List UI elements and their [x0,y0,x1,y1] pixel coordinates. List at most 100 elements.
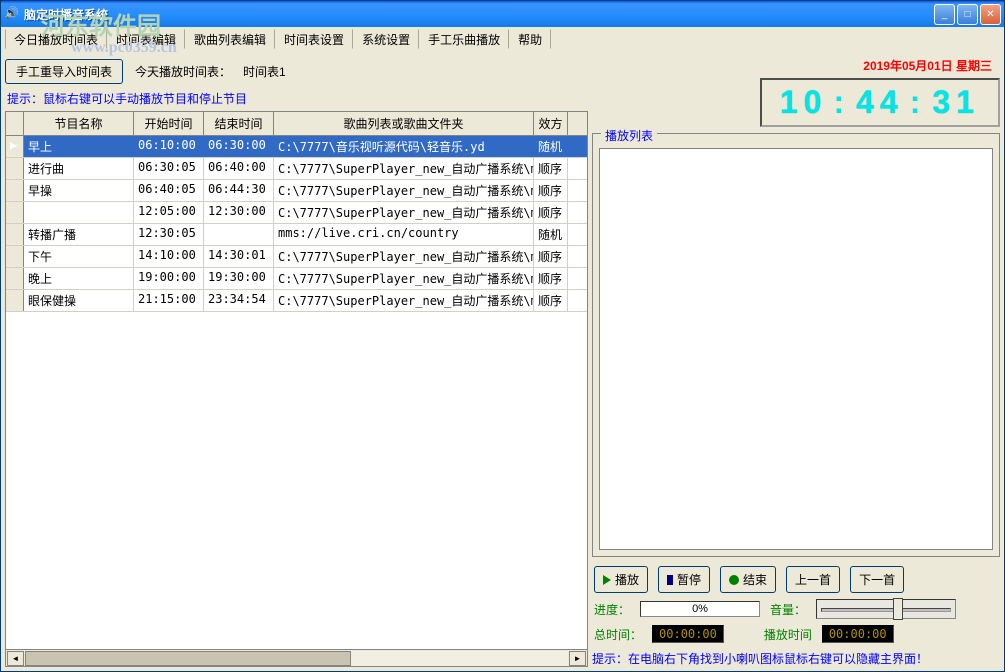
cell-mode: 随机 [534,136,568,157]
cell-name [24,202,134,223]
cell-name: 早操 [24,180,134,201]
row-indicator: ▶ [6,136,24,157]
table-row[interactable]: 12:05:0012:30:00C:\7777\SuperPlayer_new_… [6,202,587,224]
menu-schedule-edit[interactable]: 时间表编辑 [107,29,185,49]
cell-path: C:\7777\SuperPlayer_new_自动广播系统\m [274,268,534,289]
playlist-label: 播放列表 [601,127,657,144]
schedule-grid[interactable]: 节目名称 开始时间 结束时间 歌曲列表或歌曲文件夹 效方 ▶早上06:10:00… [5,111,588,667]
scroll-right-icon[interactable]: ► [569,651,586,666]
cell-start: 14:10:00 [134,246,204,267]
today-schedule-label: 今天播放时间表： [135,63,231,80]
table-row[interactable]: 早操06:40:0506:44:30C:\7777\SuperPlayer_ne… [6,180,587,202]
col-start-time[interactable]: 开始时间 [134,112,204,135]
played-time-label: 播放时间 [764,626,812,643]
pause-icon [667,575,673,585]
row-indicator [6,158,24,179]
minimize-button[interactable]: _ [934,4,955,25]
volume-thumb[interactable] [893,598,903,620]
menu-schedule-settings[interactable]: 时间表设置 [275,29,353,49]
scroll-thumb[interactable] [25,651,351,666]
col-end-time[interactable]: 结束时间 [204,112,274,135]
cell-path: C:\7777\SuperPlayer_new_自动广播系统\m [274,158,534,179]
cell-mode: 顺序 [534,158,568,179]
playlist-box[interactable] [599,148,993,550]
cell-path: C:\7777\SuperPlayer_new_自动广播系统\m [274,246,534,267]
col-program-name[interactable]: 节目名称 [24,112,134,135]
stop-icon [729,575,739,585]
left-panel: 手工重导入时间表 今天播放时间表： 时间表1 提示：鼠标右键可以手动播放节目和停… [5,55,588,667]
reimport-button[interactable]: 手工重导入时间表 [5,59,123,84]
cell-name: 进行曲 [24,158,134,179]
maximize-button[interactable]: □ [957,4,978,25]
cell-start: 19:00:00 [134,268,204,289]
clock-display: 10:44:31 [760,78,1000,127]
cell-start: 21:15:00 [134,290,204,311]
close-button[interactable]: ✕ [980,4,1001,25]
total-time-value: 00:00:00 [652,625,724,643]
col-path[interactable]: 歌曲列表或歌曲文件夹 [274,112,534,135]
title-bar: 🔊 脑定时播音系统 _ □ ✕ [1,1,1004,27]
cell-end [204,224,274,245]
cell-end: 06:44:30 [204,180,274,201]
row-indicator [6,246,24,267]
menu-manual-play[interactable]: 手工乐曲播放 [419,29,509,49]
row-indicator [6,268,24,289]
app-icon: 🔊 [4,6,20,22]
next-button[interactable]: 下一首 [850,566,904,593]
right-panel: 2019年05月01日 星期三 10:44:31 播放列表 播放 暂停 结束 上… [592,55,1000,667]
cell-mode: 随机 [534,224,568,245]
cell-name: 转播广播 [24,224,134,245]
play-button[interactable]: 播放 [594,566,648,593]
app-window: 🔊 脑定时播音系统 _ □ ✕ 河东软件园 www.pc0359.cn 今日播放… [0,0,1005,672]
table-row[interactable]: 进行曲06:30:0506:40:00C:\7777\SuperPlayer_n… [6,158,587,180]
table-row[interactable]: 眼保健操21:15:0023:34:54C:\7777\SuperPlayer_… [6,290,587,312]
cell-end: 19:30:00 [204,268,274,289]
cell-end: 06:40:00 [204,158,274,179]
menu-today-schedule[interactable]: 今日播放时间表 [5,29,107,49]
cell-start: 06:10:00 [134,136,204,157]
menu-songlist-edit[interactable]: 歌曲列表编辑 [185,29,275,49]
stop-button[interactable]: 结束 [720,566,776,593]
grid-horizontal-scrollbar[interactable]: ◄ ► [6,649,587,666]
cell-mode: 顺序 [534,246,568,267]
grid-header: 节目名称 开始时间 结束时间 歌曲列表或歌曲文件夹 效方 [6,112,587,136]
cell-start: 12:30:05 [134,224,204,245]
cell-mode: 顺序 [534,202,568,223]
play-icon [603,575,611,585]
table-row[interactable]: 晚上19:00:0019:30:00C:\7777\SuperPlayer_ne… [6,268,587,290]
cell-mode: 顺序 [534,180,568,201]
cell-end: 12:30:00 [204,202,274,223]
cell-path: C:\7777\SuperPlayer_new_自动广播系统\m [274,180,534,201]
played-time-value: 00:00:00 [822,625,894,643]
table-row[interactable]: 下午14:10:0014:30:01C:\7777\SuperPlayer_ne… [6,246,587,268]
row-indicator [6,202,24,223]
col-mode[interactable]: 效方 [534,112,568,135]
today-schedule-value: 时间表1 [243,63,286,80]
cell-start: 12:05:00 [134,202,204,223]
left-hint: 提示：鼠标右键可以手动播放节目和停止节目 [5,88,588,111]
table-row[interactable]: 转播广播12:30:05mms://live.cri.cn/country随机 [6,224,587,246]
menu-bar: 今日播放时间表 时间表编辑 歌曲列表编辑 时间表设置 系统设置 手工乐曲播放 帮… [1,27,1004,51]
row-indicator [6,224,24,245]
cell-name: 眼保健操 [24,290,134,311]
progress-bar[interactable]: 0% [640,601,760,617]
prev-button[interactable]: 上一首 [786,566,840,593]
menu-help[interactable]: 帮助 [509,29,551,49]
cell-path: C:\7777\音乐视听源代码\轻音乐.yd [274,136,534,157]
total-time-label: 总时间： [594,626,642,643]
progress-label: 进度： [594,601,630,618]
cell-path: C:\7777\SuperPlayer_new_自动广播系统\m [274,290,534,311]
row-indicator [6,290,24,311]
date-display: 2019年05月01日 星期三 [592,55,1000,78]
scroll-left-icon[interactable]: ◄ [7,651,24,666]
cell-start: 06:30:05 [134,158,204,179]
pause-button[interactable]: 暂停 [658,566,710,593]
volume-slider[interactable] [816,599,956,619]
cell-name: 早上 [24,136,134,157]
row-indicator [6,180,24,201]
bottom-hint: 提示：在电脑右下角找到小喇叭图标鼠标右键可以隐藏主界面！ [592,646,1000,667]
cell-mode: 顺序 [534,290,568,311]
menu-system-settings[interactable]: 系统设置 [353,29,419,49]
table-row[interactable]: ▶早上06:10:0006:30:00C:\7777\音乐视听源代码\轻音乐.y… [6,136,587,158]
cell-name: 下午 [24,246,134,267]
